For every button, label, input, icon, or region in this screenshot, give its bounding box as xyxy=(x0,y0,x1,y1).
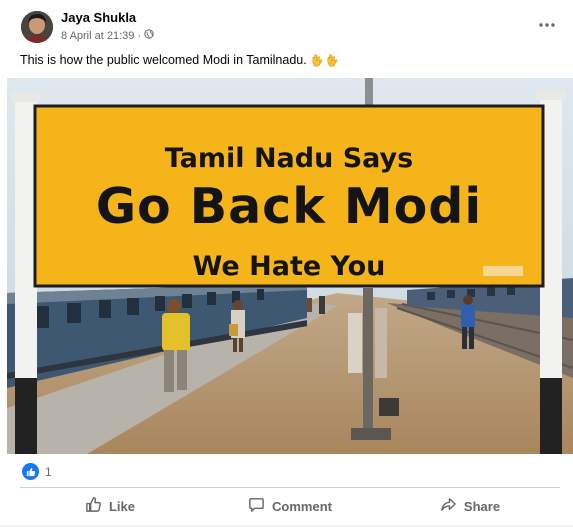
post-actions: Like Comment Share xyxy=(20,490,560,522)
like-icon xyxy=(22,463,39,480)
post-meta: 8 April at 21:39 · xyxy=(61,29,154,42)
pointing-down-emoji xyxy=(311,54,339,67)
post-photo[interactable]: Tamil Nadu Says Go Back Modi We Hate You xyxy=(7,78,573,454)
share-icon xyxy=(440,496,457,516)
more-options-icon[interactable] xyxy=(535,14,559,36)
post-timestamp[interactable]: 8 April at 21:39 · xyxy=(61,30,141,42)
author-avatar[interactable] xyxy=(21,11,53,43)
like-button[interactable]: Like xyxy=(20,490,200,522)
globe-icon xyxy=(144,29,154,42)
comment-icon xyxy=(248,496,265,516)
actions-divider xyxy=(20,487,560,488)
reaction-summary[interactable]: 1 xyxy=(22,463,52,480)
comment-label: Comment xyxy=(272,498,332,514)
reaction-count[interactable]: 1 xyxy=(45,465,52,479)
comment-button[interactable]: Comment xyxy=(200,490,380,522)
sign-line-3: We Hate You xyxy=(193,251,386,282)
caption-text: This is how the public welcomed Modi in … xyxy=(20,53,307,67)
sign-line-2: Go Back Modi xyxy=(96,178,482,235)
thumbs-up-icon xyxy=(85,496,102,516)
like-label: Like xyxy=(108,498,135,514)
post-caption: This is how the public welcomed Modi in … xyxy=(20,53,339,67)
share-label: Share xyxy=(463,498,501,514)
author-name[interactable]: Jaya Shukla xyxy=(61,10,136,25)
share-button[interactable]: Share xyxy=(380,490,560,522)
sign-line-1: Tamil Nadu Says xyxy=(165,143,413,174)
post-header: Jaya Shukla 8 April at 21:39 · xyxy=(0,0,573,48)
facebook-post: Jaya Shukla 8 April at 21:39 · This is h… xyxy=(0,0,573,527)
